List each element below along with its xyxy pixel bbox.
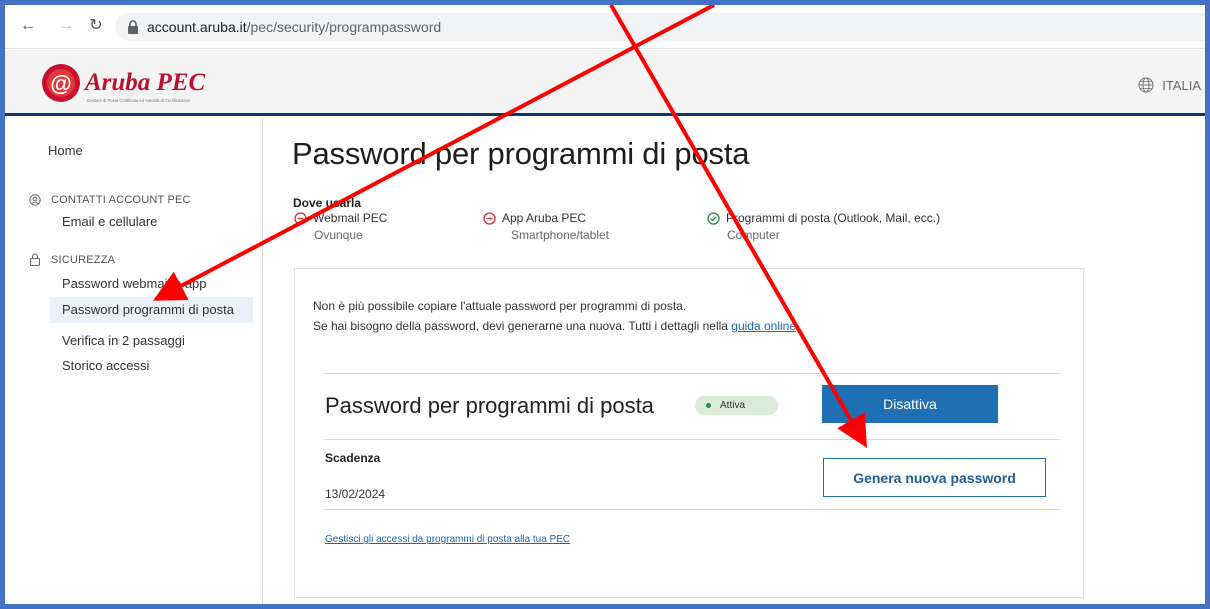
language-selector[interactable]: ITALIA bbox=[1138, 77, 1201, 93]
info-text-line2-end: . bbox=[796, 319, 800, 333]
info-text-line1: Non è più possibile copiare l'attuale pa… bbox=[313, 299, 687, 313]
user-circle-icon bbox=[29, 194, 41, 206]
usage-programmi-where: Computer bbox=[727, 228, 780, 242]
address-bar[interactable]: account.aruba.it/pec/security/programpas… bbox=[115, 13, 1205, 41]
screenshot-frame: ← → ↻ account.aruba.it/pec/security/prog… bbox=[0, 0, 1210, 609]
card-title: Password per programmi di posta bbox=[325, 393, 654, 418]
check-circle-icon bbox=[707, 211, 720, 225]
status-badge-label: Attiva bbox=[720, 400, 746, 411]
manage-access-link[interactable]: Gestisci gli accessi da programmi di pos… bbox=[325, 534, 570, 545]
where-to-use-label: Dove usarla bbox=[293, 196, 362, 210]
guide-online-link[interactable]: guida online bbox=[731, 319, 796, 333]
expiry-value: 13/02/2024 bbox=[325, 487, 386, 501]
browser-toolbar: ← → ↻ account.aruba.it/pec/security/prog… bbox=[5, 5, 1205, 49]
usage-programmi-name: Programmi di posta (Outlook, Mail, ecc.) bbox=[726, 211, 941, 225]
site-header: @ Aruba PEC Gestore di Posta Certificata… bbox=[5, 50, 1205, 116]
info-text-line2-body: Se hai bisogno della password, devi gene… bbox=[313, 319, 732, 333]
divider bbox=[324, 373, 1060, 374]
minus-circle-icon bbox=[294, 211, 307, 225]
forward-arrow-icon[interactable]: → bbox=[57, 17, 75, 35]
divider bbox=[324, 509, 1060, 510]
usage-programmi: Programmi di posta (Outlook, Mail, ecc.)… bbox=[707, 211, 940, 242]
lock-icon bbox=[30, 253, 40, 266]
sidebar-section-security: SICUREZZA bbox=[29, 253, 115, 266]
page-title: Password per programmi di posta bbox=[292, 136, 750, 171]
aruba-pec-logo[interactable]: @ Aruba PEC Gestore di Posta Certificata… bbox=[39, 60, 239, 108]
usage-webmail: Webmail PEC Ovunque bbox=[294, 211, 387, 242]
usage-webmail-where: Ovunque bbox=[314, 228, 363, 242]
usage-webmail-name: Webmail PEC bbox=[313, 211, 388, 225]
lock-icon bbox=[128, 20, 138, 34]
sidebar-item-storico-accessi[interactable]: Storico accessi bbox=[62, 358, 149, 373]
sidebar-item-email-cellulare[interactable]: Email e cellulare bbox=[62, 214, 157, 229]
status-dot-icon bbox=[706, 403, 711, 408]
usage-app-name: App Aruba PEC bbox=[502, 211, 587, 225]
sidebar-item-home[interactable]: Home bbox=[48, 143, 83, 158]
url-text: account.aruba.it/pec/security/programpas… bbox=[147, 19, 441, 35]
sidebar-item-password-webmail[interactable]: Password webmail e app bbox=[62, 276, 207, 291]
logo-tagline: Gestore di Posta Certificata ed Autorità… bbox=[87, 98, 191, 103]
url-host: account.aruba.it bbox=[147, 19, 247, 35]
sidebar-section-contacts-label: CONTATTI ACCOUNT PEC bbox=[51, 194, 191, 206]
back-arrow-icon[interactable]: ← bbox=[19, 17, 37, 35]
reload-icon[interactable]: ↻ bbox=[87, 17, 105, 35]
language-label: ITALIA bbox=[1162, 77, 1201, 93]
sidebar-item-password-programmi[interactable]: Password programmi di posta bbox=[50, 297, 253, 323]
usage-app: App Aruba PEC Smartphone/tablet bbox=[483, 211, 609, 242]
deactivate-button[interactable]: Disattiva bbox=[822, 385, 998, 423]
svg-text:@: @ bbox=[50, 71, 71, 96]
divider bbox=[324, 439, 1060, 440]
usage-app-where: Smartphone/tablet bbox=[511, 228, 610, 242]
expiry-label: Scadenza bbox=[325, 451, 381, 465]
url-path: /pec/security/programpassword bbox=[246, 19, 442, 35]
globe-icon bbox=[1138, 77, 1154, 93]
generate-password-button[interactable]: Genera nuova password bbox=[823, 458, 1046, 497]
password-card bbox=[294, 268, 1084, 598]
sidebar-item-verifica-2-passaggi[interactable]: Verifica in 2 passaggi bbox=[62, 333, 185, 348]
minus-circle-icon bbox=[483, 211, 496, 225]
info-text-line2: Se hai bisogno della password, devi gene… bbox=[313, 319, 799, 333]
sidebar-section-contacts: CONTATTI ACCOUNT PEC bbox=[29, 194, 191, 206]
logo-wordmark: Aruba PEC bbox=[83, 69, 206, 96]
sidebar: Home CONTATTI ACCOUNT PEC Email e cellul… bbox=[5, 119, 263, 604]
status-badge: Attiva bbox=[695, 396, 778, 415]
sidebar-section-security-label: SICUREZZA bbox=[51, 253, 116, 266]
